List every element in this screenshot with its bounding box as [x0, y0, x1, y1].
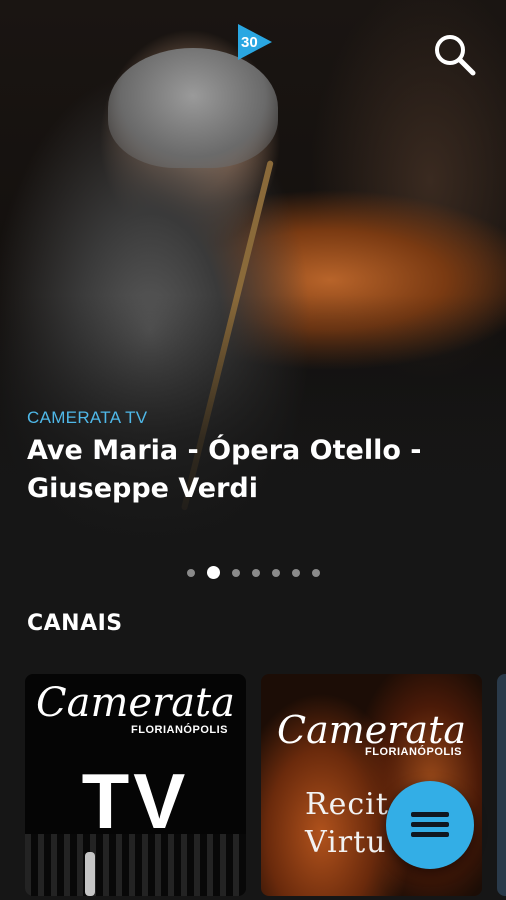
channel-card-partial[interactable]: [497, 674, 506, 896]
orchestra-image: [25, 834, 246, 896]
section-title-channels: CANAIS: [27, 611, 123, 636]
channel-brand-sub: FLORIANÓPOLIS: [131, 724, 228, 736]
channel-card-tv[interactable]: Camerata FLORIANÓPOLIS TV: [25, 674, 246, 896]
hero-title[interactable]: Ave Maria - Ópera Otello - Giuseppe Verd…: [27, 432, 477, 508]
carousel-dot[interactable]: [271, 568, 280, 577]
carousel-dot-active[interactable]: [206, 566, 220, 579]
carousel-dot[interactable]: [311, 568, 320, 577]
channel-brand-sub: FLORIANÓPOLIS: [365, 746, 462, 758]
app-logo-icon: 30: [238, 24, 272, 60]
channel-label-line2: Virtu: [305, 825, 387, 860]
menu-icon-bar: [411, 832, 449, 837]
carousel-dot[interactable]: [231, 568, 240, 577]
menu-icon: [411, 812, 449, 817]
hero-category[interactable]: CAMERATA TV: [27, 408, 147, 428]
search-icon[interactable]: [430, 30, 478, 78]
hero-banner[interactable]: CAMERATA TV Ave Maria - Ópera Otello - G…: [0, 0, 506, 555]
carousel-indicator: [0, 566, 506, 579]
channel-label-line1: Recit: [305, 787, 389, 822]
channel-brand: Camerata: [36, 680, 235, 726]
carousel-dot[interactable]: [186, 568, 195, 577]
menu-icon-bar: [411, 822, 449, 827]
carousel-dot[interactable]: [251, 568, 260, 577]
carousel-dot[interactable]: [291, 568, 300, 577]
channel-label: Recit Virtu: [305, 786, 389, 862]
app-logo-text: 30: [241, 34, 258, 51]
menu-button[interactable]: [386, 781, 474, 869]
hero-image-subject: [108, 48, 278, 168]
